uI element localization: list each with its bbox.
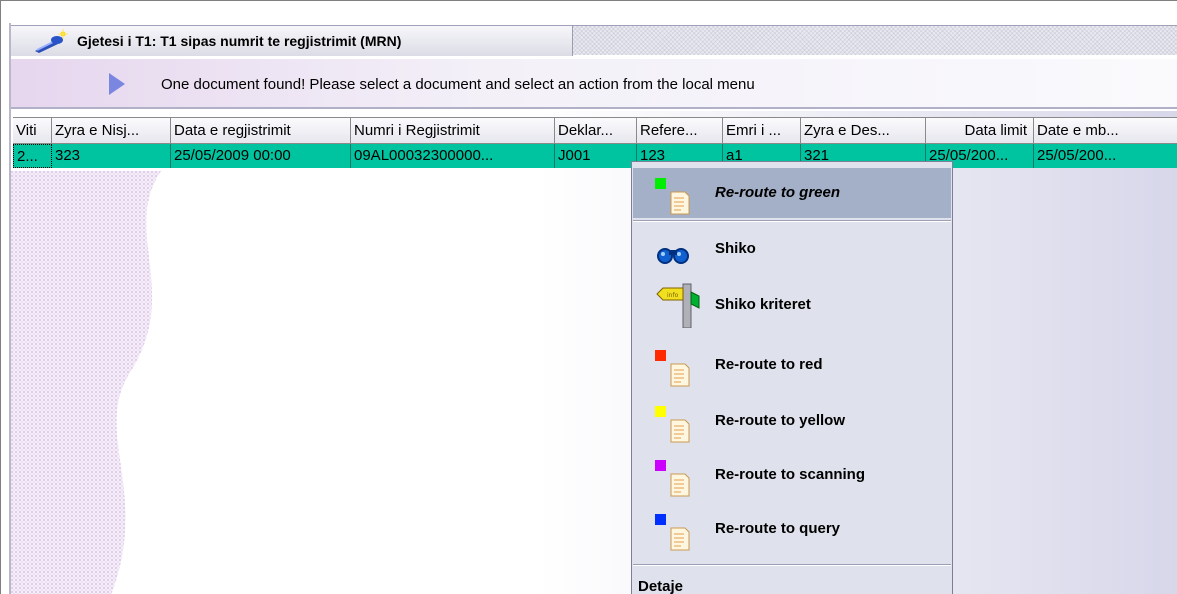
menu-item-label: Shiko xyxy=(715,240,756,257)
cell-data-regjistrimit: 25/05/2009 00:00 xyxy=(171,144,351,168)
column-header-data-limit[interactable]: Data limit xyxy=(926,118,1034,144)
binoculars-icon xyxy=(657,248,689,264)
signpost-icon: info xyxy=(656,283,700,328)
svg-text:info: info xyxy=(667,292,679,299)
column-header-zyra-nisjes[interactable]: Zyra e Nisj... xyxy=(52,118,171,144)
menu-item-label: Re-route to green xyxy=(715,184,841,201)
menu-item-label: Re-route to scanning xyxy=(715,466,866,483)
context-menu: Re-route to green Shiko info Shiko krite… xyxy=(631,161,953,594)
column-header-viti[interactable]: Viti xyxy=(13,118,52,144)
table-row[interactable]: 2... 323 25/05/2009 00:00 09AL0003230000… xyxy=(13,144,1177,168)
column-header-date-mbarimit[interactable]: Date e mb... xyxy=(1034,118,1177,144)
green-document-icon xyxy=(655,178,690,215)
menu-item-label: Re-route to yellow xyxy=(715,412,846,429)
menu-item-shiko[interactable]: Shiko xyxy=(633,224,951,274)
magenta-document-icon xyxy=(655,460,690,497)
column-header-numri-regjistrimit[interactable]: Numri i Regjistrimit xyxy=(351,118,555,144)
window-title: Gjetesi i T1: T1 sipas numrit te regjist… xyxy=(77,33,402,49)
column-header-referenca[interactable]: Refere... xyxy=(637,118,723,144)
menu-item-shiko-kriteret[interactable]: info Shiko kriteret xyxy=(633,280,951,330)
column-header-zyra-destinacionit[interactable]: Zyra e Des... xyxy=(801,118,926,144)
cell-deklaruesi: J001 xyxy=(555,144,637,168)
red-document-icon xyxy=(655,350,690,387)
menu-item-reroute-red[interactable]: Re-route to red xyxy=(633,340,951,390)
menu-item-label: Re-route to red xyxy=(715,356,823,373)
info-message: One document found! Please select a docu… xyxy=(161,76,755,93)
play-arrow-icon xyxy=(109,73,125,95)
decorative-pattern xyxy=(11,171,161,594)
menu-separator xyxy=(633,220,951,222)
cell-viti: 2... xyxy=(13,144,52,168)
results-panel xyxy=(11,111,1177,594)
application-window: Gjetesi i T1: T1 sipas numrit te regjist… xyxy=(0,0,1177,594)
yellow-document-icon xyxy=(655,406,690,443)
column-header-emri[interactable]: Emri i ... xyxy=(723,118,801,144)
menu-item-reroute-green[interactable]: Re-route to green xyxy=(633,168,951,218)
internal-frame-titlebar[interactable]: Gjetesi i T1: T1 sipas numrit te regjist… xyxy=(11,25,1177,56)
cell-numri-regjistrimit: 09AL00032300000... xyxy=(351,144,555,168)
title-tab: Gjetesi i T1: T1 sipas numrit te regjist… xyxy=(11,26,573,56)
cell-date-mbarimit: 25/05/200... xyxy=(1034,144,1177,168)
menu-item-detaje[interactable]: Detaje xyxy=(638,578,683,594)
menu-item-reroute-yellow[interactable]: Re-route to yellow xyxy=(633,396,951,446)
menu-item-label: Shiko kriteret xyxy=(715,296,811,313)
menu-item-label: Re-route to query xyxy=(715,520,841,537)
column-header-data-regjistrimit[interactable]: Data e regjistrimit xyxy=(171,118,351,144)
cell-zyra-nisjes: 323 xyxy=(52,144,171,168)
table-header: Viti Zyra e Nisj... Data e regjistrimit … xyxy=(13,117,1177,144)
info-bar: One document found! Please select a docu… xyxy=(11,59,1177,109)
blue-document-icon xyxy=(655,514,690,551)
column-header-deklaruesi[interactable]: Deklar... xyxy=(555,118,637,144)
menu-item-reroute-query[interactable]: Re-route to query xyxy=(633,504,951,554)
menu-item-reroute-scanning[interactable]: Re-route to scanning xyxy=(633,450,951,500)
menu-separator xyxy=(633,564,951,566)
search-wand-icon xyxy=(35,29,68,53)
